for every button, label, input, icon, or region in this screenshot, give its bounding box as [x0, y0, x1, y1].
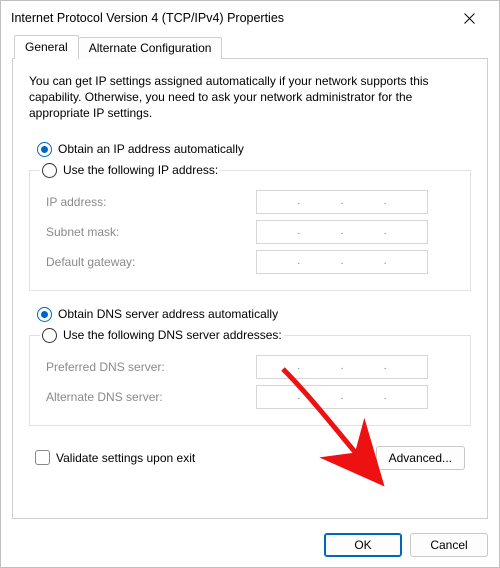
dialog-body: General Alternate Configuration You can …: [1, 35, 499, 525]
ip-manual-radio[interactable]: [42, 163, 57, 178]
subnet-label: Subnet mask:: [40, 225, 256, 239]
titlebar: Internet Protocol Version 4 (TCP/IPv4) P…: [1, 1, 499, 35]
tab-alternate[interactable]: Alternate Configuration: [79, 37, 223, 59]
ip-manual-group: Use the following IP address: IP address…: [29, 163, 471, 291]
ip-manual-label: Use the following IP address:: [63, 163, 218, 177]
dns-auto-row: Obtain DNS server address automatically: [37, 307, 471, 322]
dns-alternate-row: Alternate DNS server: ...: [40, 385, 460, 409]
ip-address-input[interactable]: ...: [256, 190, 428, 214]
intro-text: You can get IP settings assigned automat…: [29, 73, 471, 122]
bottom-row: Validate settings upon exit Advanced...: [29, 446, 471, 470]
gateway-label: Default gateway:: [40, 255, 256, 269]
ip-auto-label: Obtain an IP address automatically: [58, 142, 244, 156]
dns-preferred-input[interactable]: ...: [256, 355, 428, 379]
ip-auto-radio[interactable]: [37, 142, 52, 157]
tab-general[interactable]: General: [14, 35, 79, 59]
gateway-row: Default gateway: ...: [40, 250, 460, 274]
ip-address-row: IP address: ...: [40, 190, 460, 214]
dns-auto-label: Obtain DNS server address automatically: [58, 307, 278, 321]
gateway-input[interactable]: ...: [256, 250, 428, 274]
ok-button[interactable]: OK: [324, 533, 402, 557]
window-title: Internet Protocol Version 4 (TCP/IPv4) P…: [11, 11, 449, 25]
cancel-button[interactable]: Cancel: [410, 533, 488, 557]
tabpanel-general: You can get IP settings assigned automat…: [12, 58, 488, 519]
close-icon: [464, 13, 475, 24]
close-button[interactable]: [449, 4, 489, 32]
dns-manual-radio[interactable]: [42, 328, 57, 343]
ip-address-label: IP address:: [40, 195, 256, 209]
validate-wrap: Validate settings upon exit: [35, 450, 195, 465]
dns-alternate-input[interactable]: ...: [256, 385, 428, 409]
validate-label: Validate settings upon exit: [56, 451, 195, 465]
tabstrip: General Alternate Configuration: [12, 35, 488, 59]
dns-alternate-label: Alternate DNS server:: [40, 390, 256, 404]
dns-preferred-label: Preferred DNS server:: [40, 360, 256, 374]
dialog-window: Internet Protocol Version 4 (TCP/IPv4) P…: [0, 0, 500, 568]
dialog-footer: OK Cancel: [1, 525, 499, 567]
advanced-button[interactable]: Advanced...: [376, 446, 465, 470]
subnet-input[interactable]: ...: [256, 220, 428, 244]
dns-manual-label: Use the following DNS server addresses:: [63, 328, 282, 342]
ip-auto-row: Obtain an IP address automatically: [37, 142, 471, 157]
subnet-row: Subnet mask: ...: [40, 220, 460, 244]
dns-preferred-row: Preferred DNS server: ...: [40, 355, 460, 379]
dns-auto-radio[interactable]: [37, 307, 52, 322]
dns-manual-group: Use the following DNS server addresses: …: [29, 328, 471, 426]
validate-checkbox[interactable]: [35, 450, 50, 465]
